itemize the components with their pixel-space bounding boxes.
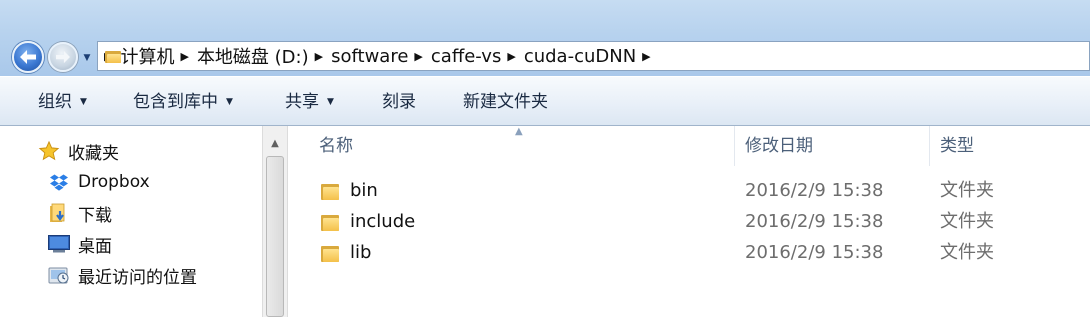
arrow-right-icon [56, 50, 70, 64]
file-list: ▲ 名称 修改日期 类型 bin 2016/2/9 15:38 文件夹 incl… [289, 126, 1090, 317]
file-name: bin [350, 180, 378, 201]
nav-item-label: 桌面 [78, 236, 112, 257]
nav-item-label: 下载 [78, 205, 112, 226]
file-row[interactable]: bin 2016/2/9 15:38 文件夹 [289, 176, 1090, 206]
chevron-right-icon[interactable]: ▶ [315, 50, 323, 63]
recent-places-icon [48, 264, 70, 286]
recent-pages-dropdown[interactable]: ▼ [81, 52, 93, 64]
include-in-library-button[interactable]: 包含到库中 ▼ [133, 89, 233, 115]
breadcrumb-drive-d[interactable]: 本地磁盘 (D:) ▶ [197, 42, 331, 70]
organize-label: 组织 [38, 92, 72, 112]
address-bar[interactable]: ▶ 计算机 ▶ 本地磁盘 (D:) ▶ software ▶ caffe-vs … [97, 41, 1090, 71]
breadcrumb-caffe-vs[interactable]: caffe-vs ▶ [431, 42, 524, 70]
chevron-right-icon[interactable]: ▶ [180, 50, 188, 63]
column-divider[interactable] [929, 126, 930, 166]
new-folder-button[interactable]: 新建文件夹 [463, 89, 548, 115]
dropbox-icon [48, 171, 70, 193]
organize-menu-button[interactable]: 组织 ▼ [38, 89, 87, 115]
file-date-modified: 2016/2/9 15:38 [745, 242, 884, 263]
chevron-down-icon: ▼ [226, 97, 233, 107]
nav-item-favorites[interactable]: 收藏夹 [38, 138, 119, 164]
breadcrumb-label: cuda-cuDNN [523, 45, 637, 67]
breadcrumb-cuda-cudnn[interactable]: cuda-cuDNN ▶ [524, 42, 659, 70]
back-button[interactable] [12, 41, 44, 73]
folder-icon [321, 244, 339, 262]
desktop-icon [48, 233, 70, 255]
file-type: 文件夹 [940, 211, 994, 232]
file-type: 文件夹 [940, 242, 994, 263]
file-name: lib [350, 242, 372, 263]
nav-item-label: 最近访问的位置 [78, 267, 197, 288]
chevron-down-icon: ▼ [327, 97, 334, 107]
file-name: include [350, 211, 416, 232]
burn-label: 刻录 [382, 92, 416, 112]
nav-item-label: 收藏夹 [68, 143, 119, 164]
nav-item-downloads[interactable]: 下载 [48, 200, 112, 226]
forward-button[interactable] [48, 42, 78, 72]
include-in-library-label: 包含到库中 [133, 92, 218, 112]
folder-icon [321, 182, 339, 200]
scroll-thumb[interactable] [266, 156, 284, 317]
nav-item-recent-places[interactable]: 最近访问的位置 [48, 262, 197, 288]
arrow-left-icon [20, 50, 36, 64]
column-header-name[interactable]: 名称 [319, 126, 353, 166]
share-button[interactable]: 共享 ▼ [285, 89, 334, 115]
star-icon [38, 140, 60, 162]
breadcrumb-label: software [331, 45, 409, 67]
column-header-date-modified[interactable]: 修改日期 [745, 126, 813, 166]
breadcrumb-label: 计算机 [120, 47, 175, 68]
breadcrumb-computer[interactable]: 计算机 ▶ [120, 42, 196, 70]
command-toolbar: 组织 ▼ 包含到库中 ▼ 共享 ▼ 刻录 新建文件夹 [0, 76, 1090, 126]
folder-icon [105, 49, 121, 63]
navigation-pane: 收藏夹 Dropbox 下载 桌面 最近访问的位置 [0, 126, 262, 317]
downloads-folder-icon [48, 202, 70, 224]
new-folder-label: 新建文件夹 [463, 92, 548, 112]
scroll-up-arrow-icon[interactable]: ▲ [265, 134, 285, 154]
column-header-type[interactable]: 类型 [940, 126, 974, 166]
file-row[interactable]: lib 2016/2/9 15:38 文件夹 [289, 238, 1090, 268]
folder-icon [321, 213, 339, 231]
chevron-down-icon: ▼ [80, 97, 87, 107]
window-titlebar: ▼ ▶ 计算机 ▶ 本地磁盘 (D:) ▶ software ▶ caffe-v… [0, 0, 1090, 76]
nav-item-desktop[interactable]: 桌面 [48, 231, 112, 257]
chevron-right-icon[interactable]: ▶ [414, 50, 422, 63]
file-date-modified: 2016/2/9 15:38 [745, 180, 884, 201]
file-row[interactable]: include 2016/2/9 15:38 文件夹 [289, 207, 1090, 237]
share-label: 共享 [285, 92, 319, 112]
burn-button[interactable]: 刻录 [382, 89, 416, 115]
breadcrumb-label: caffe-vs [430, 45, 502, 67]
breadcrumb-label: 本地磁盘 (D:) [196, 47, 309, 68]
navigation-scrollbar[interactable]: ▲ [262, 126, 288, 317]
file-date-modified: 2016/2/9 15:38 [745, 211, 884, 232]
chevron-right-icon[interactable]: ▶ [642, 50, 650, 63]
nav-item-label: Dropbox [78, 172, 150, 192]
sort-ascending-icon: ▲ [515, 126, 523, 137]
file-type: 文件夹 [940, 180, 994, 201]
chevron-right-icon[interactable]: ▶ [507, 50, 515, 63]
column-divider[interactable] [734, 126, 735, 166]
breadcrumb-software[interactable]: software ▶ [331, 42, 431, 70]
nav-item-dropbox[interactable]: Dropbox [48, 169, 150, 195]
